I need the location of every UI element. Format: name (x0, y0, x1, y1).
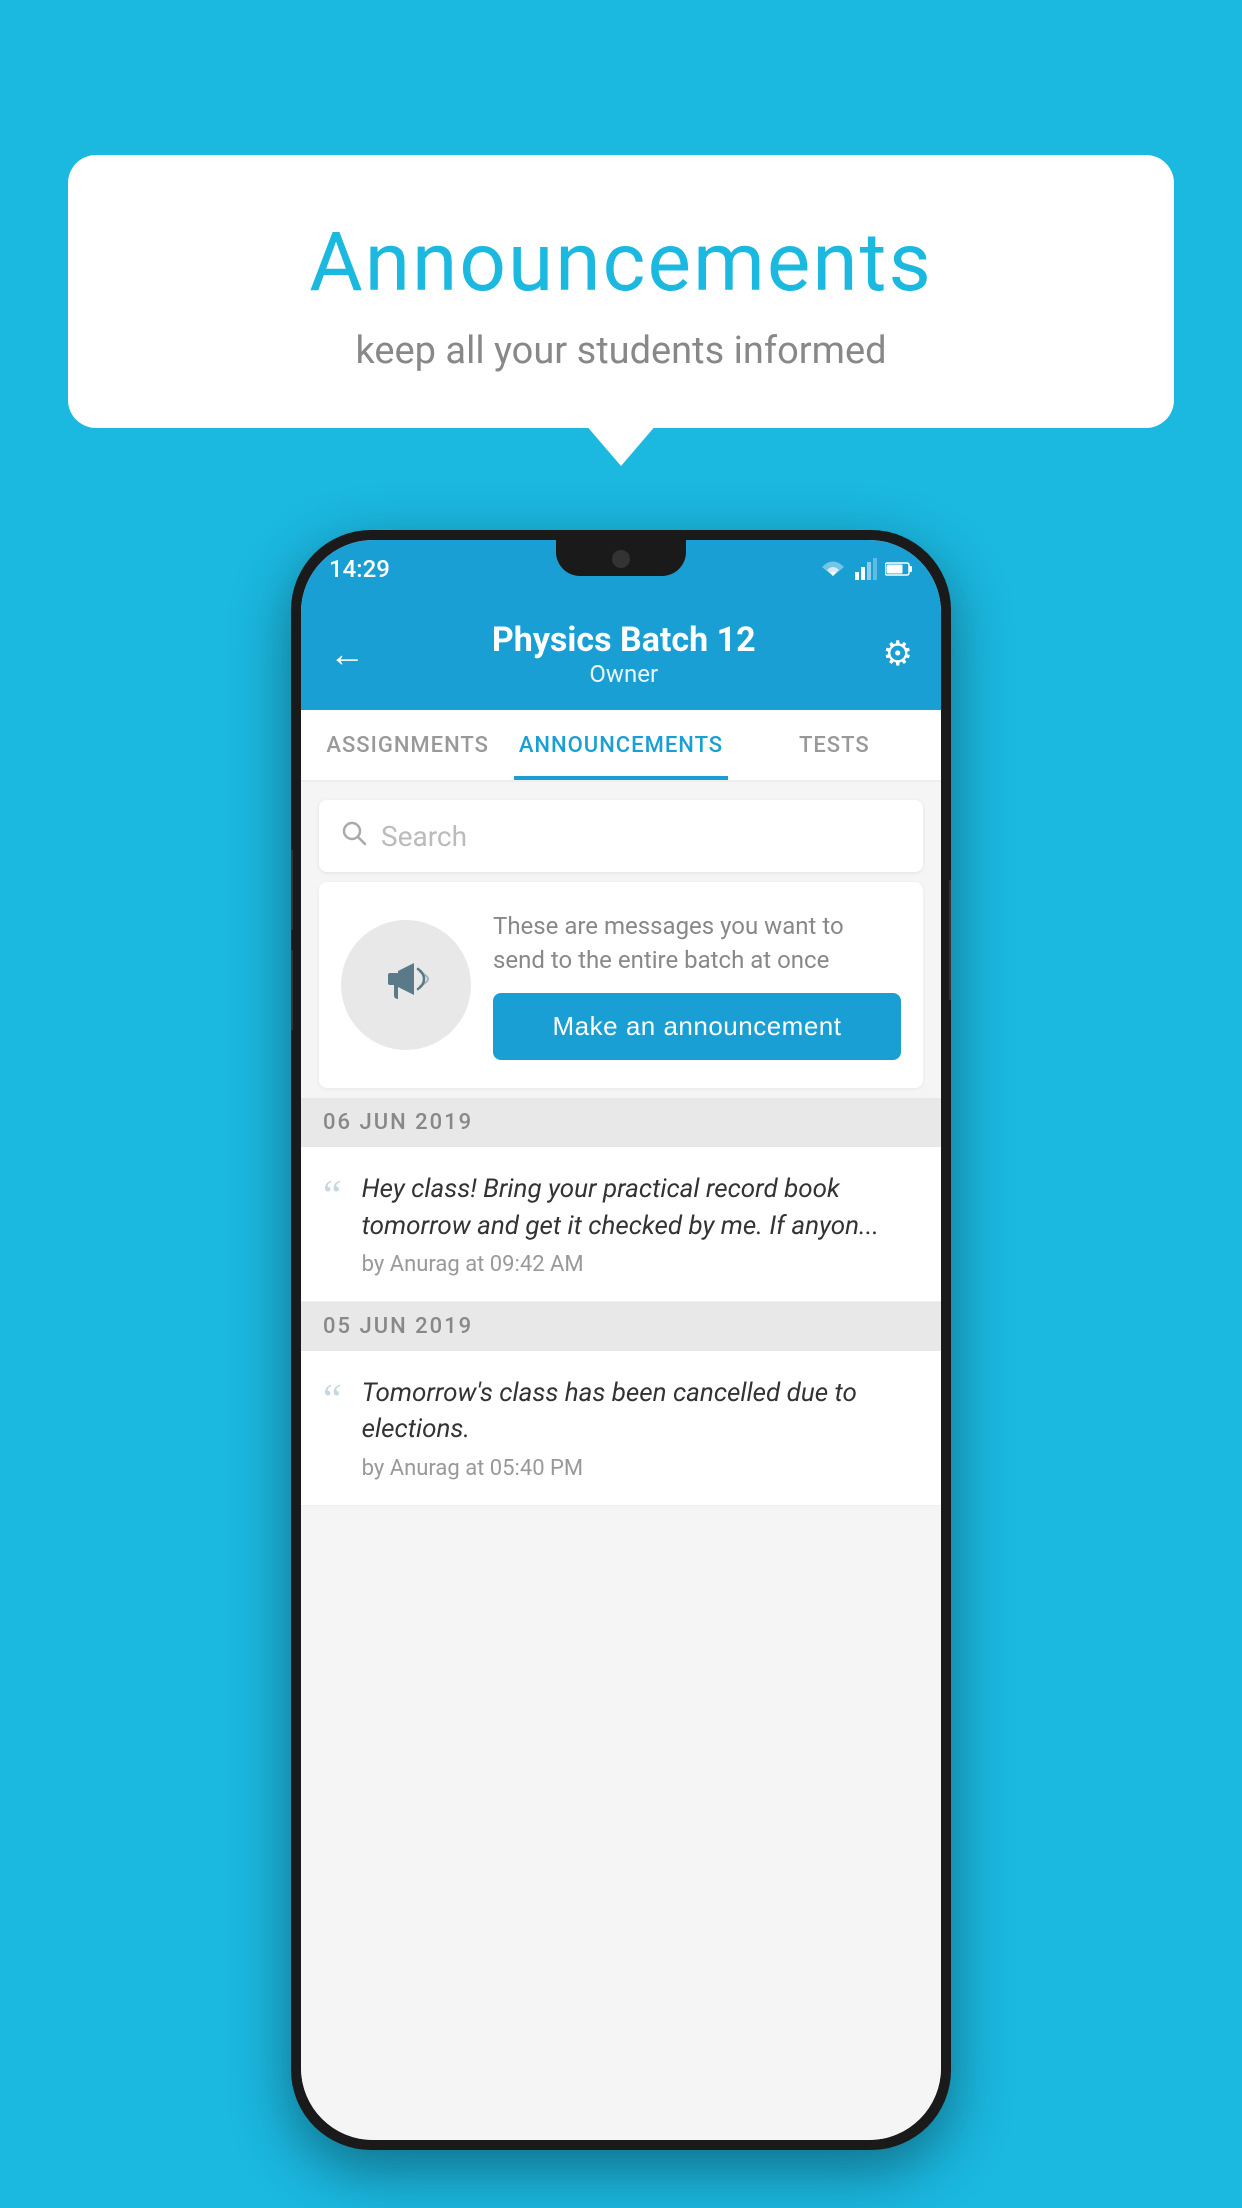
search-placeholder: Search (381, 820, 467, 853)
battery-icon (885, 561, 913, 577)
date-divider-1: 06 JUN 2019 (301, 1098, 941, 1147)
announcement-meta-2: by Anurag at 05:40 PM (362, 1456, 919, 1481)
tab-announcements[interactable]: ANNOUNCEMENTS (514, 710, 727, 780)
tab-assignments[interactable]: ASSIGNMENTS (301, 710, 514, 780)
content-area: Search (301, 782, 941, 2140)
volume-button-2 (291, 950, 293, 1030)
announcement-item-2[interactable]: “ Tomorrow's class has been cancelled du… (301, 1351, 941, 1506)
tabs-bar: ASSIGNMENTS ANNOUNCEMENTS TESTS (301, 710, 941, 782)
speech-bubble: Announcements keep all your students inf… (68, 155, 1174, 428)
camera (612, 550, 630, 568)
app-bar-title-group: Physics Batch 12 Owner (492, 620, 756, 688)
wifi-icon (819, 558, 847, 580)
notch (556, 540, 686, 576)
status-time: 14:29 (329, 555, 390, 583)
search-icon (341, 820, 367, 853)
phone-screen: 14:29 (301, 540, 941, 2140)
signal-icon (855, 558, 877, 580)
announcement-intro-card: These are messages you want to send to t… (319, 882, 923, 1088)
announcement-intro-text: These are messages you want to send to t… (493, 910, 901, 977)
power-button (949, 880, 951, 1000)
quote-icon-1: “ (323, 1175, 342, 1217)
speech-bubble-subtitle: keep all your students informed (148, 329, 1094, 373)
announcement-item-1[interactable]: “ Hey class! Bring your practical record… (301, 1147, 941, 1302)
back-button[interactable]: ← (329, 633, 365, 675)
announcement-meta-1: by Anurag at 09:42 AM (362, 1252, 919, 1277)
megaphone-circle (341, 920, 471, 1050)
announcement-content-1: Hey class! Bring your practical record b… (362, 1171, 919, 1277)
speech-bubble-title: Announcements (148, 215, 1094, 311)
app-bar-title: Physics Batch 12 (492, 620, 756, 660)
status-icons (819, 558, 913, 580)
phone-mockup: 14:29 (291, 530, 951, 2150)
phone-outer: 14:29 (291, 530, 951, 2150)
date-divider-2: 05 JUN 2019 (301, 1302, 941, 1351)
app-bar: ← Physics Batch 12 Owner ⚙ (301, 598, 941, 710)
megaphone-icon (376, 949, 436, 1022)
announcement-intro-right: These are messages you want to send to t… (493, 910, 901, 1060)
volume-button-1 (291, 850, 293, 930)
quote-icon-2: “ (323, 1379, 342, 1421)
search-bar[interactable]: Search (319, 800, 923, 872)
make-announcement-button[interactable]: Make an announcement (493, 993, 901, 1060)
announcement-content-2: Tomorrow's class has been cancelled due … (362, 1375, 919, 1481)
settings-icon[interactable]: ⚙ (883, 634, 913, 674)
announcement-text-2: Tomorrow's class has been cancelled due … (362, 1375, 919, 1448)
tab-tests[interactable]: TESTS (728, 710, 941, 780)
speech-bubble-container: Announcements keep all your students inf… (68, 155, 1174, 428)
app-bar-subtitle: Owner (492, 660, 756, 688)
announcement-text-1: Hey class! Bring your practical record b… (362, 1171, 919, 1244)
